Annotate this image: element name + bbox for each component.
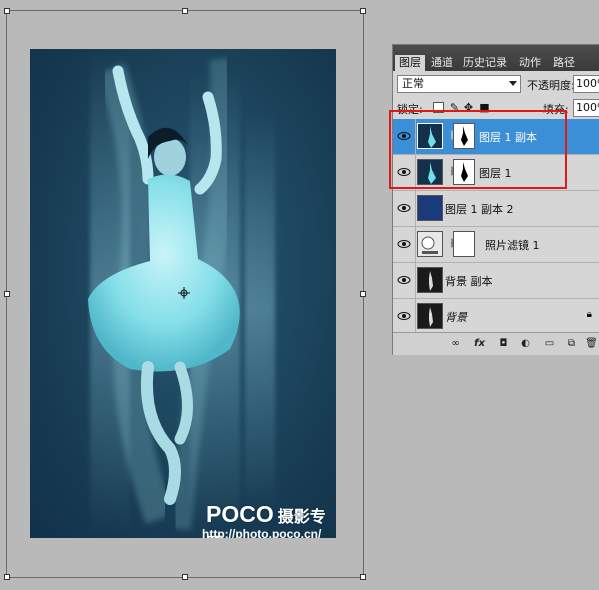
transform-handle-top-right[interactable]	[360, 8, 366, 14]
transform-handle-top[interactable]	[182, 8, 188, 14]
tab-actions[interactable]: 动作	[515, 55, 545, 71]
opacity-label: 不透明度:	[527, 79, 575, 92]
eye-icon[interactable]	[397, 273, 411, 287]
layer-mask-thumbnail	[453, 231, 475, 257]
panel-footer: ∞ fx ◘ ◐ ▭ ⧉ 🗑︎	[393, 332, 599, 355]
chevron-down-icon	[509, 81, 517, 86]
highlight-annotation	[389, 110, 567, 189]
eye-icon[interactable]	[397, 201, 411, 215]
eye-icon[interactable]	[397, 237, 411, 251]
layer-name[interactable]: 图层 1 副本 2	[445, 201, 514, 217]
watermark-url: http://photo.poco.cn/	[202, 527, 322, 538]
layer-name[interactable]: 背景	[445, 309, 467, 325]
layer-name[interactable]: 照片滤镜 1	[485, 237, 540, 253]
canvas-photo: POCO摄影专题 http://photo.poco.cn/	[30, 49, 336, 538]
tab-layers[interactable]: 图层	[395, 55, 425, 71]
opacity-input[interactable]: 100%	[573, 75, 599, 93]
transform-handle-bottom-left[interactable]	[4, 574, 10, 580]
fill-input[interactable]: 100%	[573, 99, 599, 117]
tab-paths[interactable]: 路径	[549, 55, 579, 71]
layer-row[interactable]: 图层 1 副本 2	[393, 191, 599, 227]
eye-icon[interactable]	[397, 309, 411, 323]
panel-tabs: 图层 通道 历史记录 动作 路径	[393, 45, 599, 71]
layer-row[interactable]: ⛓ 照片滤镜 1	[393, 227, 599, 263]
trash-icon[interactable]: 🗑︎	[585, 337, 598, 350]
layer-row[interactable]: 背景 副本	[393, 263, 599, 299]
adjustment-icon[interactable]: ◐	[519, 337, 532, 350]
transform-center-icon[interactable]	[178, 287, 190, 299]
tab-history[interactable]: 历史记录	[459, 55, 511, 71]
transform-handle-bottom-right[interactable]	[360, 574, 366, 580]
lock-icon: 🔒︎	[586, 309, 592, 320]
transform-handle-bottom[interactable]	[182, 574, 188, 580]
tab-channels[interactable]: 通道	[427, 55, 457, 71]
blend-mode-select[interactable]: 正常	[397, 75, 521, 93]
layer-thumbnail	[417, 303, 443, 329]
folder-icon[interactable]: ▭	[543, 337, 556, 350]
transform-handle-left[interactable]	[4, 291, 10, 297]
layer-row[interactable]: 背景 🔒︎	[393, 299, 599, 335]
fx-icon[interactable]: fx	[473, 337, 486, 350]
layers-panel: 图层 通道 历史记录 动作 路径 正常 不透明度: 100% 锁定: ✎ ✥ ■…	[392, 44, 599, 355]
layer-thumbnail	[417, 195, 443, 221]
layer-name[interactable]: 背景 副本	[445, 273, 493, 289]
transform-handle-top-left[interactable]	[4, 8, 10, 14]
layer-thumbnail	[417, 267, 443, 293]
adjustment-thumbnail	[417, 231, 443, 257]
mask-icon[interactable]: ◘	[497, 337, 510, 350]
link-icon[interactable]: ∞	[449, 337, 462, 350]
transform-handle-right[interactable]	[360, 291, 366, 297]
new-layer-icon[interactable]: ⧉	[565, 337, 578, 350]
